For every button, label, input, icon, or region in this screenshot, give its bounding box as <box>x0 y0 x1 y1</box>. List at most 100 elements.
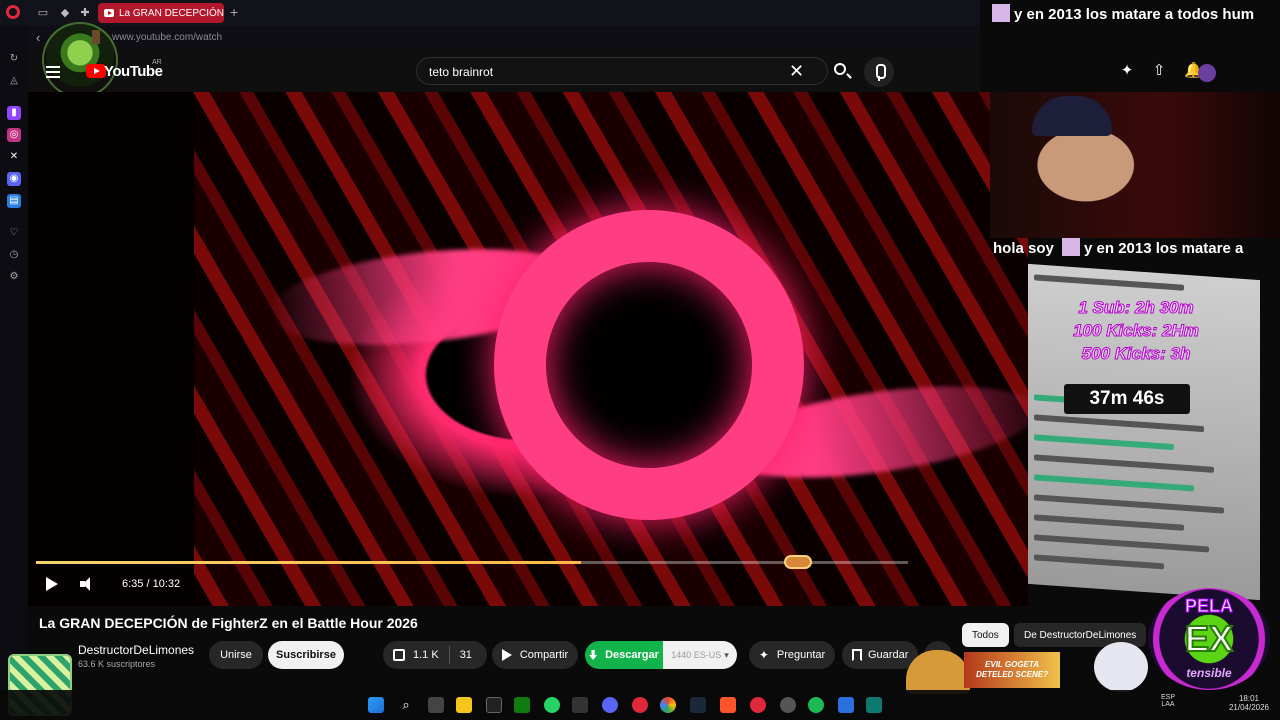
badge-top: PELA <box>1184 596 1233 617</box>
taskbar-clock[interactable]: 18:01 21/04/2026 <box>1222 694 1276 712</box>
pela-extensible-badge: PELA EX tensible <box>1148 588 1270 690</box>
search-icon <box>834 63 846 75</box>
like-count[interactable]: 1.1 K <box>413 649 439 661</box>
search-button[interactable] <box>828 57 856 85</box>
sidebar-history-icon[interactable]: ◷ <box>7 248 21 262</box>
youtube-header: YouTube AR teto brainrot ✕ ✦ ⇧ 🔔 <box>28 22 1203 98</box>
sidebar-app-icon[interactable]: ▤ <box>7 194 21 208</box>
sidebar-ai-icon[interactable]: ◬ <box>7 74 21 88</box>
download-button[interactable]: Descargar <box>585 641 663 669</box>
time-display: 6:35 / 10:32 <box>122 578 181 590</box>
account-avatar[interactable] <box>1198 64 1216 82</box>
share-button[interactable]: Compartir <box>492 641 578 669</box>
app-icon[interactable] <box>838 697 854 713</box>
sidebar-twitch-icon[interactable]: ▮ <box>7 106 21 120</box>
voice-search-icon[interactable] <box>864 57 894 87</box>
subscriber-count: 63.6 K suscriptores <box>78 659 156 669</box>
download-quality-select[interactable]: 1440 ES-US ▾ <box>663 641 737 669</box>
video-dark-edge <box>28 92 194 606</box>
search-input[interactable]: teto brainrot <box>429 65 493 79</box>
search-box[interactable]: teto brainrot ✕ <box>416 57 828 85</box>
xbox-icon[interactable] <box>514 697 530 713</box>
xbox-pass-icon[interactable] <box>572 697 588 713</box>
download-label: Descargar <box>605 649 659 661</box>
sidebar-x-icon[interactable]: ✕ <box>7 150 21 164</box>
badge-bottom: tensible <box>1186 666 1232 680</box>
overlay-banner-top: y en 2013 los matare a todos hum <box>992 4 1280 23</box>
channel-name[interactable]: DestructorDeLimones <box>78 643 194 657</box>
menu-icon[interactable] <box>46 66 60 68</box>
play-button-icon[interactable] <box>46 577 58 591</box>
streamer-webcam <box>990 92 1280 238</box>
back-arrow-icon[interactable]: ‹ <box>36 30 40 45</box>
goal-2: 100 Kicks: 2Hm <box>1073 321 1200 341</box>
opera-logo-icon[interactable] <box>6 5 20 19</box>
spotify-icon[interactable] <box>808 697 824 713</box>
ask-label: Preguntar <box>776 649 826 661</box>
like-icon[interactable] <box>393 649 405 661</box>
discord-icon[interactable] <box>602 697 618 713</box>
tab-workspace-icon[interactable]: ▭ <box>36 6 50 20</box>
share-icon <box>501 649 512 661</box>
new-tab-button[interactable]: + <box>230 4 238 20</box>
video-player[interactable] <box>28 92 1028 606</box>
sidebar-speed-dial-icon[interactable]: ↻ <box>7 52 21 66</box>
lang-2: LAA <box>1161 701 1175 708</box>
brave-icon[interactable] <box>720 697 736 713</box>
volume-icon[interactable] <box>80 577 96 591</box>
join-button[interactable]: Unirse <box>209 641 263 669</box>
recommendation-thumbnail[interactable]: EVIL GOGETA DETELED SCENE? <box>964 652 1060 688</box>
tab-pinned-icon[interactable]: ◆ <box>58 6 72 20</box>
comment-count[interactable]: 31 <box>460 649 472 661</box>
opera-icon[interactable] <box>750 697 766 713</box>
save-button[interactable]: Guardar <box>842 641 918 669</box>
task-view-icon[interactable] <box>428 697 444 713</box>
subscribe-button[interactable]: Suscribirse <box>268 641 344 669</box>
upload-icon[interactable]: ⇧ <box>1150 62 1168 80</box>
opera-gx-icon[interactable] <box>632 697 648 713</box>
start-icon[interactable] <box>368 697 384 713</box>
tab-pinned-icon-2[interactable]: ✚ <box>78 6 92 20</box>
sparkle-icon: ✦ <box>758 648 769 662</box>
epic-games-icon[interactable] <box>486 697 502 713</box>
scrubber-handle-icon[interactable] <box>784 555 812 569</box>
video-title: La GRAN DECEPCIÓN de FighterZ en el Batt… <box>39 615 418 631</box>
youtube-logo-icon[interactable] <box>86 64 106 78</box>
stream-countdown: 37m 46s <box>1064 384 1190 414</box>
tab-title: La GRAN DECEPCIÓN <box>119 7 224 19</box>
overlay-banner-mid: hola soy y en 2013 los matare a <box>993 238 1280 257</box>
tab-active-youtube[interactable]: La GRAN DECEPCIÓN <box>98 3 224 23</box>
youtube-favicon-icon <box>104 9 114 17</box>
progress-bar[interactable] <box>36 561 908 564</box>
stream-goals: 1 Sub: 2h 30m 100 Kicks: 2Hm 500 Kicks: … <box>1036 296 1236 365</box>
whatsapp-icon[interactable] <box>544 697 560 713</box>
goal-3: 500 Kicks: 3h <box>1081 344 1191 364</box>
create-icon[interactable]: ✦ <box>1118 62 1136 80</box>
download-icon <box>589 650 598 660</box>
address-bar: ‹ www.youtube.com/watch <box>28 26 980 50</box>
taskbar-search-icon[interactable]: ⌕ <box>398 697 414 713</box>
clear-search-icon[interactable]: ✕ <box>789 61 804 82</box>
chip-all[interactable]: Todos <box>962 623 1009 647</box>
lang-1: ESP <box>1160 694 1175 701</box>
sidebar-instagram-icon[interactable]: ◎ <box>7 128 21 142</box>
steam-icon[interactable] <box>690 697 706 713</box>
bookmark-icon <box>852 649 862 661</box>
download-quality: 1440 ES-US <box>671 650 722 660</box>
overlay-mid-b: y en 2013 los matare a <box>1084 240 1244 257</box>
sidebar-discord-icon[interactable]: ◉ <box>7 172 21 186</box>
file-explorer-icon[interactable] <box>456 697 472 713</box>
tree-avatar-overlay-icon <box>42 22 118 98</box>
ask-button[interactable]: ✦ Preguntar <box>749 641 835 669</box>
badge-mid: EX <box>1184 617 1234 660</box>
terminal-icon[interactable] <box>866 697 882 713</box>
clock-time: 18:01 <box>1238 694 1260 703</box>
sidebar-favorites-icon[interactable]: ♡ <box>7 226 21 240</box>
input-language[interactable]: ESP LAA <box>1156 694 1180 708</box>
url-text[interactable]: www.youtube.com/watch <box>112 32 222 43</box>
thumb-line-2: DETELED SCENE? <box>975 670 1048 679</box>
chrome-icon[interactable] <box>660 697 676 713</box>
sidebar-settings-icon[interactable]: ⚙ <box>7 270 21 284</box>
chevron-down-icon: ▾ <box>724 649 729 660</box>
github-icon[interactable] <box>780 697 796 713</box>
